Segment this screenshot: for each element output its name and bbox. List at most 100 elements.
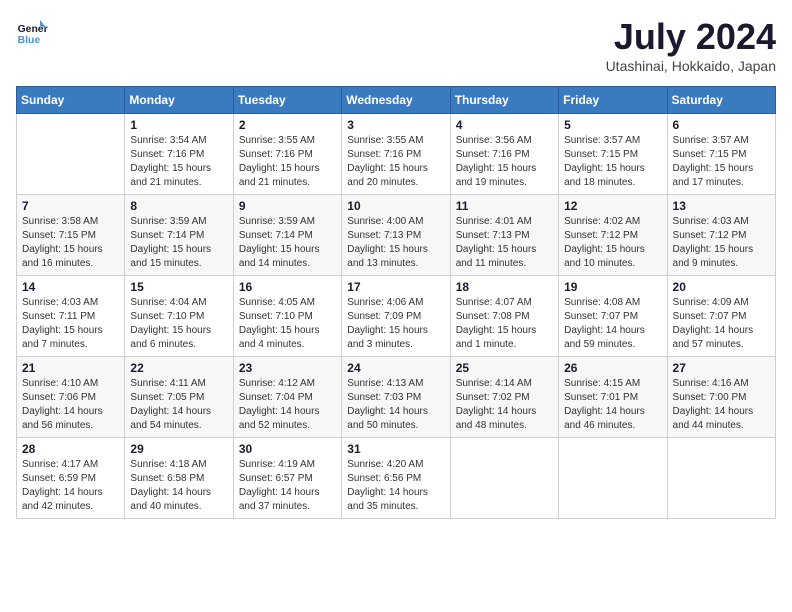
day-info: Sunrise: 3:56 AM Sunset: 7:16 PM Dayligh… (456, 134, 553, 190)
day-number: 15 (130, 280, 227, 294)
calendar-cell: 29 Sunrise: 4:18 AM Sunset: 6:58 PM Dayli… (125, 438, 233, 519)
calendar-cell: 22Sunrise: 4:11 AM Sunset: 7:05 PM Dayli… (125, 357, 233, 438)
day-number: 4 (456, 118, 553, 132)
calendar-cell (17, 114, 125, 195)
day-info: Sunrise: 4:03 AM Sunset: 7:12 PM Dayligh… (673, 215, 770, 271)
main-title: July 2024 (606, 16, 776, 58)
title-area: July 2024 Utashinai, Hokkaido, Japan (606, 16, 776, 74)
day-info: Sunrise: 3:57 AM Sunset: 7:15 PM Dayligh… (564, 134, 661, 190)
calendar-cell: 21Sunrise: 4:10 AM Sunset: 7:06 PM Dayli… (17, 357, 125, 438)
day-number: 1 (130, 118, 227, 132)
calendar-cell: 2 Sunrise: 3:55 AM Sunset: 7:16 PM Daylig… (233, 114, 341, 195)
day-number: 2 (239, 118, 336, 132)
day-number: 23 (239, 361, 336, 375)
day-number: 27 (673, 361, 770, 375)
day-number: 5 (564, 118, 661, 132)
calendar-cell: 10Sunrise: 4:00 AM Sunset: 7:13 PM Dayli… (342, 195, 450, 276)
header: General Blue July 2024 Utashinai, Hokkai… (16, 16, 776, 74)
day-info: Sunrise: 3:55 AM Sunset: 7:16 PM Dayligh… (347, 134, 444, 190)
calendar-cell: 1 Sunrise: 3:54 AM Sunset: 7:16 PM Daylig… (125, 114, 233, 195)
day-info: Sunrise: 4:09 AM Sunset: 7:07 PM Dayligh… (673, 296, 770, 352)
calendar-cell: 24Sunrise: 4:13 AM Sunset: 7:03 PM Dayli… (342, 357, 450, 438)
day-number: 12 (564, 199, 661, 213)
calendar-cell: 15 Sunrise: 4:04 AM Sunset: 7:10 PM Dayli… (125, 276, 233, 357)
day-info: Sunrise: 4:16 AM Sunset: 7:00 PM Dayligh… (673, 377, 770, 433)
weekday-header-thursday: Thursday (450, 87, 558, 114)
day-number: 14 (22, 280, 119, 294)
calendar-cell: 12 Sunrise: 4:02 AM Sunset: 7:12 PM Dayli… (559, 195, 667, 276)
calendar-cell (559, 438, 667, 519)
calendar-week-5: 28Sunrise: 4:17 AM Sunset: 6:59 PM Dayli… (17, 438, 776, 519)
day-number: 19 (564, 280, 661, 294)
day-number: 29 (130, 442, 227, 456)
calendar-cell (667, 438, 775, 519)
weekday-header-wednesday: Wednesday (342, 87, 450, 114)
day-number: 25 (456, 361, 553, 375)
calendar-cell: 14Sunrise: 4:03 AM Sunset: 7:11 PM Dayli… (17, 276, 125, 357)
day-number: 3 (347, 118, 444, 132)
day-number: 26 (564, 361, 661, 375)
calendar-cell: 9 Sunrise: 3:59 AM Sunset: 7:14 PM Daylig… (233, 195, 341, 276)
day-info: Sunrise: 4:10 AM Sunset: 7:06 PM Dayligh… (22, 377, 119, 433)
day-info: Sunrise: 4:05 AM Sunset: 7:10 PM Dayligh… (239, 296, 336, 352)
calendar-cell: 19 Sunrise: 4:08 AM Sunset: 7:07 PM Dayli… (559, 276, 667, 357)
day-number: 20 (673, 280, 770, 294)
day-number: 30 (239, 442, 336, 456)
subtitle: Utashinai, Hokkaido, Japan (606, 58, 776, 74)
day-number: 16 (239, 280, 336, 294)
calendar-table: SundayMondayTuesdayWednesdayThursdayFrid… (16, 86, 776, 519)
day-number: 7 (22, 199, 119, 213)
day-info: Sunrise: 4:04 AM Sunset: 7:10 PM Dayligh… (130, 296, 227, 352)
day-info: Sunrise: 3:59 AM Sunset: 7:14 PM Dayligh… (130, 215, 227, 271)
calendar-cell: 8 Sunrise: 3:59 AM Sunset: 7:14 PM Daylig… (125, 195, 233, 276)
calendar-cell: 4 Sunrise: 3:56 AM Sunset: 7:16 PM Daylig… (450, 114, 558, 195)
calendar-cell: 18Sunrise: 4:07 AM Sunset: 7:08 PM Dayli… (450, 276, 558, 357)
weekday-header-tuesday: Tuesday (233, 87, 341, 114)
calendar-cell: 6Sunrise: 3:57 AM Sunset: 7:15 PM Daylig… (667, 114, 775, 195)
calendar-cell: 27 Sunrise: 4:16 AM Sunset: 7:00 PM Dayli… (667, 357, 775, 438)
calendar-cell (450, 438, 558, 519)
calendar-cell: 7Sunrise: 3:58 AM Sunset: 7:15 PM Daylig… (17, 195, 125, 276)
calendar-cell: 23 Sunrise: 4:12 AM Sunset: 7:04 PM Dayli… (233, 357, 341, 438)
calendar-cell: 3 Sunrise: 3:55 AM Sunset: 7:16 PM Daylig… (342, 114, 450, 195)
day-number: 9 (239, 199, 336, 213)
day-info: Sunrise: 4:01 AM Sunset: 7:13 PM Dayligh… (456, 215, 553, 271)
day-info: Sunrise: 3:57 AM Sunset: 7:15 PM Dayligh… (673, 134, 770, 190)
svg-text:Blue: Blue (18, 35, 41, 46)
day-info: Sunrise: 4:02 AM Sunset: 7:12 PM Dayligh… (564, 215, 661, 271)
calendar-cell: 20 Sunrise: 4:09 AM Sunset: 7:07 PM Dayli… (667, 276, 775, 357)
day-info: Sunrise: 4:19 AM Sunset: 6:57 PM Dayligh… (239, 458, 336, 514)
day-info: Sunrise: 4:06 AM Sunset: 7:09 PM Dayligh… (347, 296, 444, 352)
day-info: Sunrise: 4:11 AM Sunset: 7:05 PM Dayligh… (130, 377, 227, 433)
calendar-cell: 5 Sunrise: 3:57 AM Sunset: 7:15 PM Daylig… (559, 114, 667, 195)
calendar-cell: 11 Sunrise: 4:01 AM Sunset: 7:13 PM Dayli… (450, 195, 558, 276)
day-info: Sunrise: 4:07 AM Sunset: 7:08 PM Dayligh… (456, 296, 553, 352)
day-number: 24 (347, 361, 444, 375)
day-info: Sunrise: 4:15 AM Sunset: 7:01 PM Dayligh… (564, 377, 661, 433)
logo-icon: General Blue (16, 16, 48, 48)
day-info: Sunrise: 3:54 AM Sunset: 7:16 PM Dayligh… (130, 134, 227, 190)
day-info: Sunrise: 4:17 AM Sunset: 6:59 PM Dayligh… (22, 458, 119, 514)
day-number: 8 (130, 199, 227, 213)
calendar-week-3: 14Sunrise: 4:03 AM Sunset: 7:11 PM Dayli… (17, 276, 776, 357)
day-info: Sunrise: 3:59 AM Sunset: 7:14 PM Dayligh… (239, 215, 336, 271)
calendar-cell: 31Sunrise: 4:20 AM Sunset: 6:56 PM Dayli… (342, 438, 450, 519)
weekday-header-saturday: Saturday (667, 87, 775, 114)
calendar-week-1: 1 Sunrise: 3:54 AM Sunset: 7:16 PM Daylig… (17, 114, 776, 195)
day-info: Sunrise: 4:14 AM Sunset: 7:02 PM Dayligh… (456, 377, 553, 433)
calendar-cell: 17Sunrise: 4:06 AM Sunset: 7:09 PM Dayli… (342, 276, 450, 357)
day-info: Sunrise: 4:08 AM Sunset: 7:07 PM Dayligh… (564, 296, 661, 352)
weekday-header-friday: Friday (559, 87, 667, 114)
calendar-cell: 16 Sunrise: 4:05 AM Sunset: 7:10 PM Dayli… (233, 276, 341, 357)
calendar-header: SundayMondayTuesdayWednesdayThursdayFrid… (17, 87, 776, 114)
day-info: Sunrise: 3:55 AM Sunset: 7:16 PM Dayligh… (239, 134, 336, 190)
day-info: Sunrise: 4:18 AM Sunset: 6:58 PM Dayligh… (130, 458, 227, 514)
day-number: 13 (673, 199, 770, 213)
calendar-cell: 13 Sunrise: 4:03 AM Sunset: 7:12 PM Dayli… (667, 195, 775, 276)
weekday-header-row: SundayMondayTuesdayWednesdayThursdayFrid… (17, 87, 776, 114)
calendar-body: 1 Sunrise: 3:54 AM Sunset: 7:16 PM Daylig… (17, 114, 776, 519)
calendar-cell: 28Sunrise: 4:17 AM Sunset: 6:59 PM Dayli… (17, 438, 125, 519)
day-info: Sunrise: 4:12 AM Sunset: 7:04 PM Dayligh… (239, 377, 336, 433)
calendar-week-2: 7Sunrise: 3:58 AM Sunset: 7:15 PM Daylig… (17, 195, 776, 276)
day-number: 11 (456, 199, 553, 213)
